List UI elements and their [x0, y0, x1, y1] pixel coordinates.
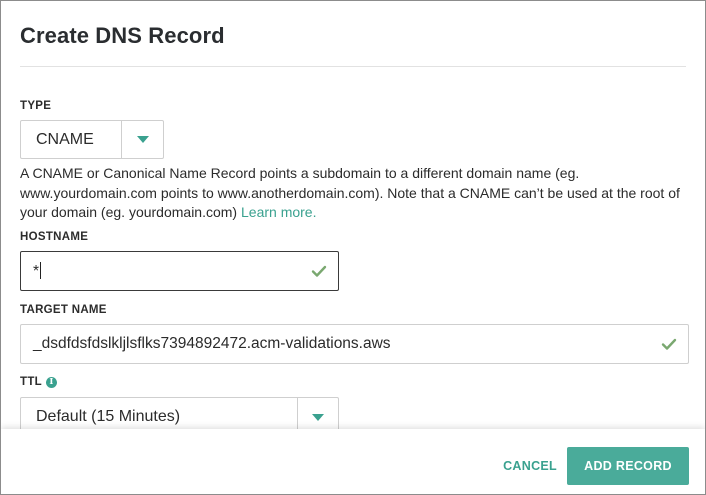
- ttl-label: TTL i: [20, 376, 57, 388]
- create-dns-record-dialog: Create DNS Record TYPE CNAME A CNAME or …: [0, 0, 706, 495]
- target-name-input[interactable]: _dsdfdsfdslkljlsflks7394892472.acm-valid…: [20, 324, 689, 364]
- type-description-text: A CNAME or Canonical Name Record points …: [20, 165, 680, 220]
- cancel-button[interactable]: CANCEL: [503, 459, 557, 473]
- chevron-down-icon: [312, 413, 324, 421]
- type-select-value: CNAME: [36, 130, 94, 148]
- chevron-down-icon: [136, 136, 149, 143]
- type-label: TYPE: [20, 100, 52, 112]
- add-record-button[interactable]: ADD RECORD: [567, 447, 689, 485]
- ttl-select-value: Default (15 Minutes): [36, 408, 181, 425]
- hostname-input[interactable]: *: [20, 251, 339, 291]
- dialog-title: Create DNS Record: [20, 23, 225, 48]
- info-icon[interactable]: i: [45, 377, 57, 388]
- type-select[interactable]: CNAME: [20, 120, 164, 159]
- type-dropdown-toggle[interactable]: [121, 121, 163, 158]
- type-description: A CNAME or Canonical Name Record points …: [20, 164, 688, 223]
- target-name-input-value: _dsdfdsfdslkljlsflks7394892472.acm-valid…: [33, 335, 391, 352]
- learn-more-link[interactable]: Learn more.: [241, 204, 316, 220]
- title-divider: [20, 66, 686, 67]
- check-icon: [661, 338, 677, 350]
- hostname-label: HOSTNAME: [20, 231, 89, 243]
- target-name-label: TARGET NAME: [20, 304, 107, 316]
- ttl-label-text: TTL: [20, 376, 42, 388]
- hostname-input-value: *: [33, 261, 42, 280]
- check-icon: [311, 265, 327, 277]
- dialog-footer: CANCEL ADD RECORD: [1, 429, 705, 494]
